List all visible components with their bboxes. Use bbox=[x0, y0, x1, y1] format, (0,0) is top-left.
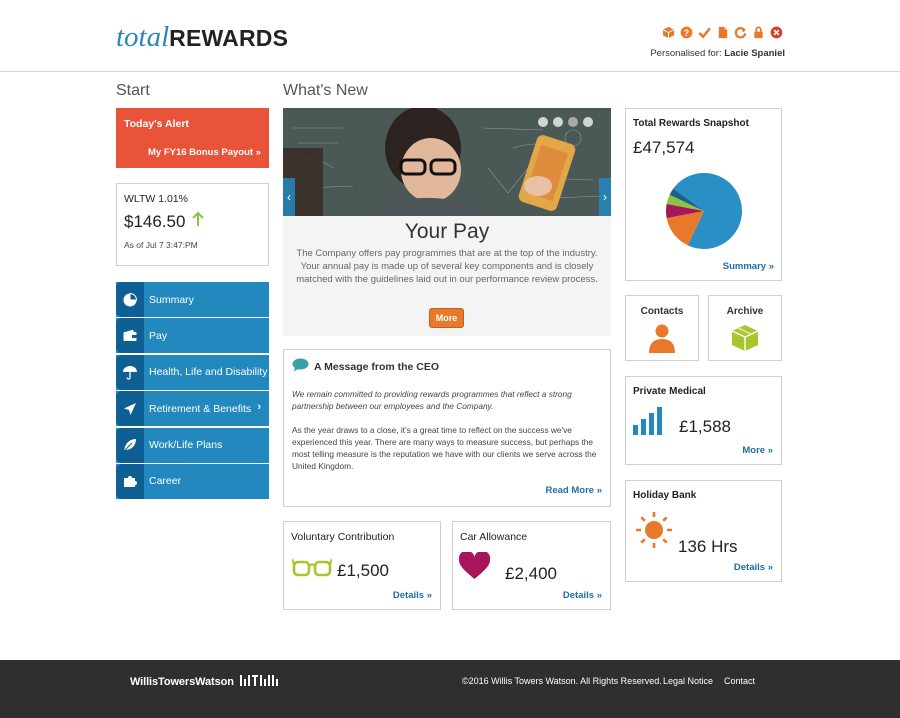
read-more-link[interactable]: Read More » bbox=[545, 485, 602, 496]
holiday-bank-card[interactable]: Holiday Bank 136 Hrs Details » bbox=[625, 480, 782, 582]
todays-alert[interactable]: Today's Alert My FY16 Bonus Payout » bbox=[116, 108, 269, 168]
document-icon[interactable] bbox=[716, 26, 729, 39]
archive-title: Archive bbox=[726, 306, 764, 317]
help-icon[interactable]: ? bbox=[680, 26, 693, 39]
nav-item-work-life[interactable]: Work/Life Plans bbox=[116, 427, 269, 463]
snapshot-value: £47,574 bbox=[633, 138, 695, 157]
car-allowance-title: Car Allowance bbox=[460, 531, 528, 543]
arrow-up-icon bbox=[191, 211, 205, 232]
voluntary-title: Voluntary Contribution bbox=[291, 531, 395, 543]
archive-card[interactable]: Archive bbox=[708, 295, 782, 361]
refresh-icon[interactable] bbox=[734, 26, 747, 39]
carousel-next-button[interactable]: › bbox=[599, 178, 611, 216]
person-icon bbox=[626, 323, 698, 353]
copyright-text: ©2016 Willis Towers Watson. All Rights R… bbox=[462, 676, 662, 686]
ceo-message-intro: We remain committed to providing rewards… bbox=[292, 389, 572, 411]
carousel-dot[interactable] bbox=[583, 117, 593, 127]
puzzle-icon bbox=[116, 463, 144, 499]
wallet-icon bbox=[116, 318, 144, 354]
heart-icon bbox=[458, 550, 491, 585]
bar-chart-icon bbox=[632, 405, 664, 440]
carousel-dots bbox=[538, 117, 593, 127]
header: totalREWARDS ? Personalised for: Lacie S… bbox=[0, 0, 900, 72]
nav-item-career[interactable]: Career bbox=[116, 463, 269, 499]
holiday-value: 136 Hrs bbox=[678, 537, 738, 556]
snapshot-pie-chart bbox=[666, 173, 742, 249]
whats-new-heading: What's New bbox=[283, 82, 368, 99]
carousel-prev-button[interactable]: ‹ bbox=[283, 178, 295, 216]
user-name[interactable]: Lacie Spaniel bbox=[724, 48, 785, 59]
medical-more-link[interactable]: More » bbox=[742, 445, 773, 456]
voluntary-contribution-card[interactable]: Voluntary Contribution £1,500 Details » bbox=[283, 521, 441, 610]
contact-link[interactable]: Contact bbox=[724, 676, 755, 686]
ceo-message-body: As the year draws to a close, it's a gre… bbox=[292, 425, 597, 471]
header-toolbar: ? bbox=[662, 26, 783, 40]
stock-price-row: $146.50 bbox=[124, 211, 261, 232]
sidebar-nav: Summary Pay Health, Life and Disability … bbox=[116, 282, 269, 500]
medical-title: Private Medical bbox=[633, 386, 706, 397]
total-rewards-logo[interactable]: totalREWARDS bbox=[116, 20, 288, 55]
nav-item-health[interactable]: Health, Life and Disability bbox=[116, 354, 269, 390]
stock-date: As of Jul 7 3:47:PM bbox=[124, 240, 198, 250]
snapshot-summary-link[interactable]: Summary » bbox=[723, 261, 774, 272]
alert-title: Today's Alert bbox=[124, 118, 189, 130]
umbrella-icon bbox=[116, 354, 144, 390]
stock-ticker: WLTW 1.01% bbox=[124, 193, 188, 205]
car-allowance-card[interactable]: Car Allowance £2,400 Details » bbox=[452, 521, 611, 610]
sun-icon bbox=[635, 511, 673, 554]
willis-towers-watson-logo[interactable]: WillisTowersWatson bbox=[130, 675, 280, 689]
chevron-right-icon: › bbox=[257, 401, 261, 414]
pie-chart-icon bbox=[116, 282, 144, 317]
total-rewards-snapshot-card[interactable]: Total Rewards Snapshot £47,574 Summary » bbox=[625, 108, 782, 281]
nav-item-retirement[interactable]: Retirement & Benefits › bbox=[116, 391, 269, 427]
ceo-message-header: A Message from the CEO bbox=[292, 358, 602, 375]
archive-box-icon bbox=[709, 323, 781, 353]
glasses-icon bbox=[291, 555, 333, 584]
carousel-dot[interactable] bbox=[553, 117, 563, 127]
wtw-mark-icon bbox=[239, 675, 280, 689]
hero-more-button[interactable]: More bbox=[429, 308, 464, 328]
stock-price: $146.50 bbox=[124, 211, 186, 231]
lock-icon[interactable] bbox=[752, 26, 765, 39]
personalised-for: Personalised for: Lacie Spaniel bbox=[650, 48, 785, 59]
carousel-dot-active[interactable] bbox=[568, 117, 578, 127]
medical-value: £1,588 bbox=[679, 417, 731, 436]
snapshot-title: Total Rewards Snapshot bbox=[633, 118, 749, 129]
car-allowance-value: £2,400 bbox=[505, 564, 557, 583]
svg-text:?: ? bbox=[684, 28, 689, 38]
stock-widget: WLTW 1.01% $146.50 As of Jul 7 3:47:PM bbox=[116, 183, 269, 266]
box-icon[interactable] bbox=[662, 26, 675, 39]
close-icon[interactable] bbox=[770, 26, 783, 39]
leaf-icon bbox=[116, 427, 144, 463]
car-allowance-details-link[interactable]: Details » bbox=[563, 590, 602, 601]
alert-link[interactable]: My FY16 Bonus Payout » bbox=[148, 147, 261, 158]
footer: WillisTowersWatson ©2016 Willis Towers W… bbox=[0, 660, 900, 718]
holiday-title: Holiday Bank bbox=[633, 490, 697, 501]
carousel-dot[interactable] bbox=[538, 117, 548, 127]
contacts-title: Contacts bbox=[640, 306, 684, 317]
speech-bubble-icon bbox=[292, 358, 309, 375]
holiday-details-link[interactable]: Details » bbox=[734, 562, 773, 573]
voluntary-value: £1,500 bbox=[337, 561, 389, 580]
private-medical-card[interactable]: Private Medical £1,588 More » bbox=[625, 376, 782, 465]
whats-new-carousel: ‹ › Your Pay The Company offers pay prog… bbox=[283, 108, 611, 336]
legal-notice-link[interactable]: Legal Notice bbox=[663, 676, 713, 686]
hero-text: The Company offers pay programmes that a… bbox=[296, 248, 598, 285]
start-heading: Start bbox=[116, 82, 150, 99]
voluntary-details-link[interactable]: Details » bbox=[393, 590, 432, 601]
paper-plane-icon bbox=[116, 391, 144, 427]
hero-title: Your Pay bbox=[404, 220, 490, 243]
contacts-card[interactable]: Contacts bbox=[625, 295, 699, 361]
check-icon[interactable] bbox=[698, 26, 711, 39]
ceo-message-card: A Message from the CEO We remain committ… bbox=[283, 349, 611, 507]
nav-item-pay[interactable]: Pay bbox=[116, 318, 269, 354]
nav-item-summary[interactable]: Summary bbox=[116, 282, 269, 317]
